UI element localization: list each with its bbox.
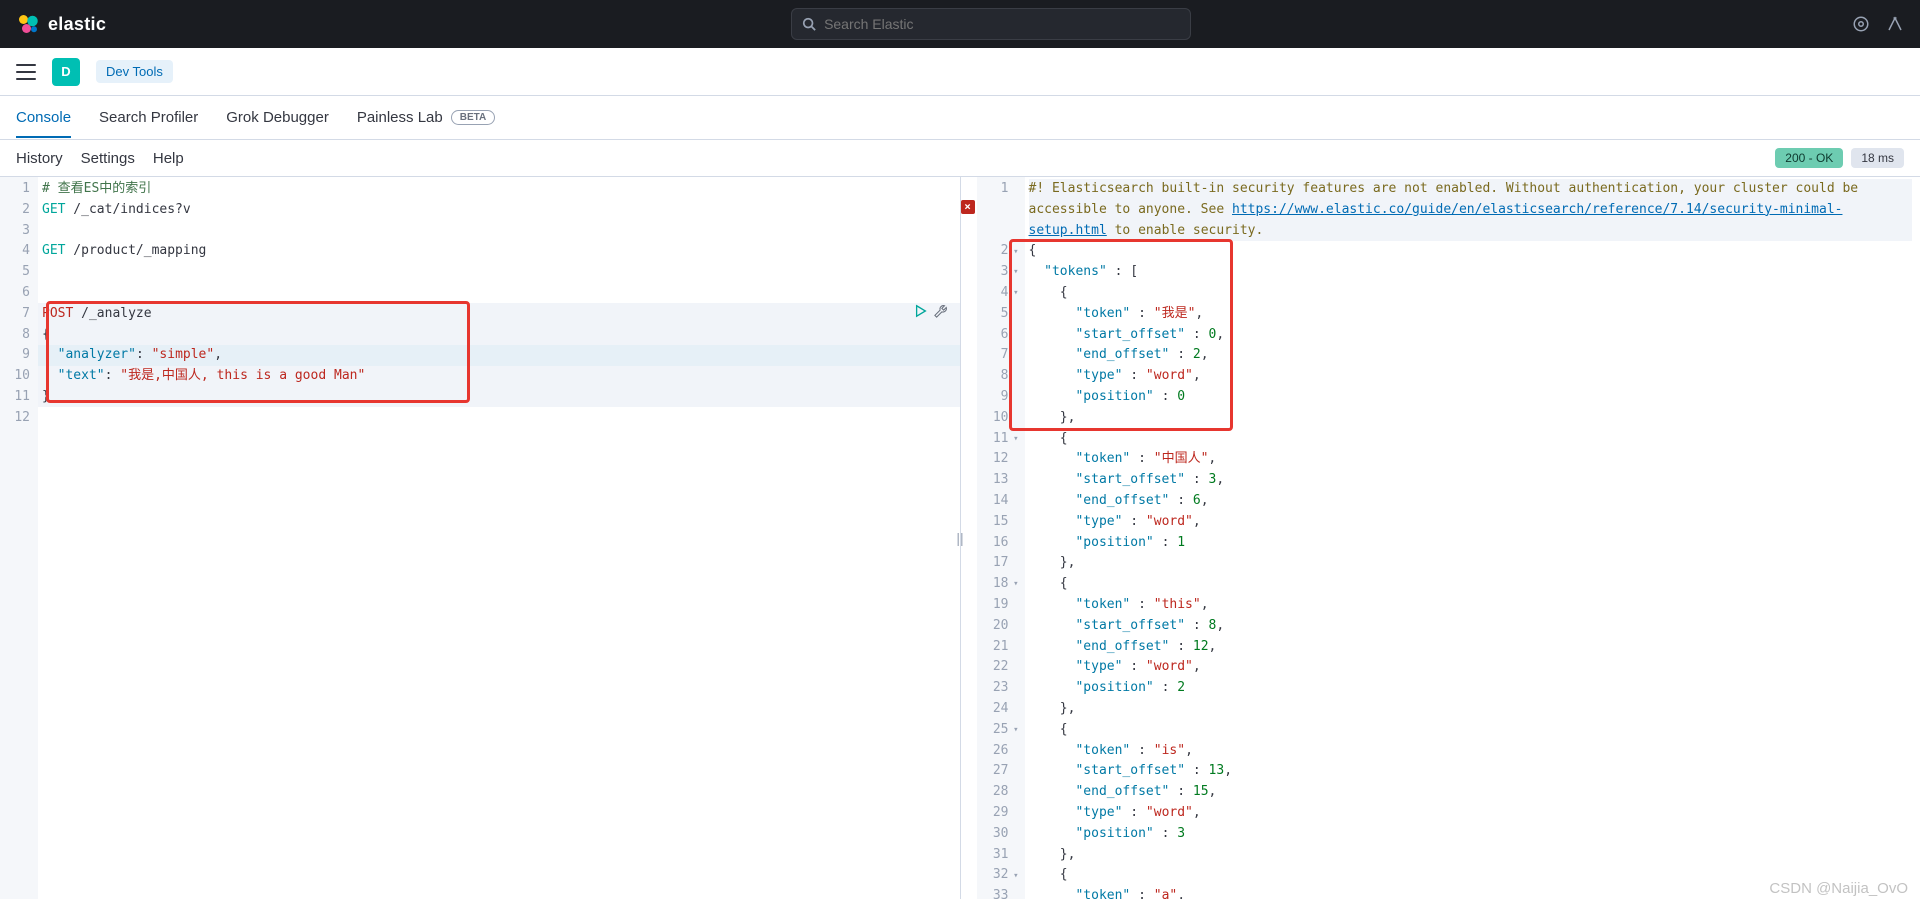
settings-link[interactable]: Settings — [81, 150, 135, 167]
warning-marker-icon[interactable] — [961, 200, 975, 214]
newsfeed-icon[interactable] — [1852, 15, 1870, 33]
tab-search-profiler[interactable]: Search Profiler — [99, 99, 198, 136]
console-toolbar: History Settings Help 200 - OK 18 ms — [0, 140, 1920, 176]
beta-badge: BETA — [451, 110, 495, 125]
devtools-tabs: Console Search Profiler Grok Debugger Pa… — [0, 96, 1920, 140]
latency-badge: 18 ms — [1851, 148, 1904, 168]
request-code[interactable]: # 查看ES中的索引GET /_cat/indices?v GET /produ… — [38, 177, 960, 899]
global-search[interactable] — [791, 8, 1191, 40]
editor-panes: || 123456789101112 # 查看ES中的索引GET /_cat/i… — [0, 176, 1920, 899]
breadcrumb-devtools[interactable]: Dev Tools — [96, 60, 173, 83]
request-gutter: 123456789101112 — [0, 177, 38, 899]
tab-painless-label: Painless Lab — [357, 109, 443, 126]
wrench-icon[interactable] — [934, 304, 948, 318]
watermark: CSDN @Naijia_OvO — [1769, 880, 1908, 897]
search-input[interactable] — [824, 16, 1180, 32]
run-icon[interactable] — [914, 304, 928, 318]
space-avatar[interactable]: D — [52, 58, 80, 86]
brand-name: elastic — [48, 14, 106, 35]
status-badge: 200 - OK — [1775, 148, 1843, 168]
request-actions — [914, 304, 948, 318]
history-link[interactable]: History — [16, 150, 63, 167]
nav-toggle-button[interactable] — [16, 64, 36, 80]
tab-painless-lab[interactable]: Painless Lab BETA — [357, 99, 495, 136]
elastic-logo-icon — [16, 12, 40, 36]
search-icon — [802, 17, 816, 31]
tab-grok-debugger[interactable]: Grok Debugger — [226, 99, 329, 136]
sub-header: D Dev Tools — [0, 48, 1920, 96]
help-link[interactable]: Help — [153, 150, 184, 167]
response-gutter: 12▾3▾4▾567891011▾12131415161718▾19202122… — [977, 177, 1025, 899]
global-header: elastic — [0, 0, 1920, 48]
tab-console[interactable]: Console — [16, 99, 71, 138]
help-icon[interactable] — [1886, 15, 1904, 33]
request-pane[interactable]: 123456789101112 # 查看ES中的索引GET /_cat/indi… — [0, 177, 961, 899]
logo[interactable]: elastic — [16, 12, 106, 36]
response-code: #! Elasticsearch built-in security featu… — [1025, 177, 1920, 899]
response-pane[interactable]: 12▾3▾4▾567891011▾12131415161718▾19202122… — [961, 177, 1920, 899]
